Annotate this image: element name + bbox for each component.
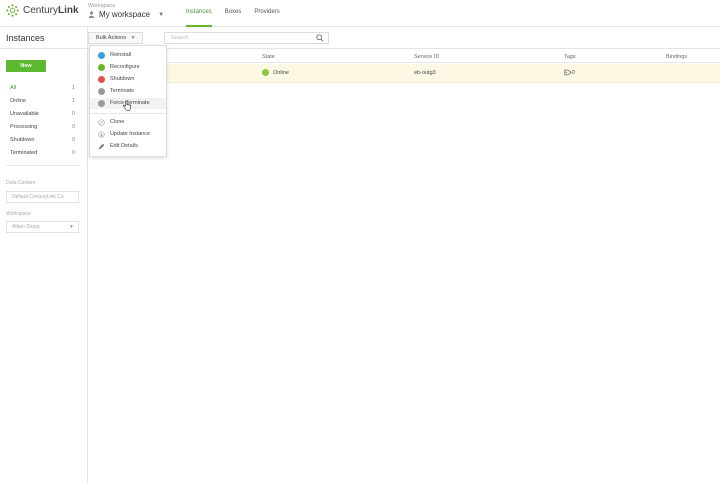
table-header: State Service ID Tags Bindings (88, 51, 720, 63)
terminate-icon (98, 88, 105, 95)
filter-label: Online (10, 98, 26, 104)
instance-tag-count: 0 (572, 69, 575, 76)
search-placeholder: Search (171, 35, 189, 41)
filter-count: 0 (71, 124, 75, 130)
status-dot-icon (262, 69, 269, 76)
state-filter-list: All 1 Online 1 Unavailable 0 Processing … (0, 82, 87, 160)
filter-terminated[interactable]: Terminated 0 (0, 147, 87, 160)
menu-item-label: Terminate (110, 88, 135, 94)
menu-item-shutdown[interactable]: Shutdown (90, 74, 166, 85)
filter-label: Unavailable (10, 111, 39, 117)
menu-item-clone[interactable]: Clone (90, 117, 166, 128)
data-centers-select[interactable]: Default CenturyLink Co (6, 191, 79, 203)
sidebar: Instances New All 1 Online 1 Unavailable… (0, 27, 88, 483)
reconfigure-icon (98, 64, 105, 71)
filter-count: 0 (71, 137, 75, 143)
tab-providers[interactable]: Providers (254, 0, 279, 27)
menu-item-label: Update Instance (110, 131, 151, 137)
filter-processing[interactable]: Processing 0 (0, 121, 87, 134)
menu-item-update-instance[interactable]: Update Instance (90, 129, 166, 140)
filter-count: 0 (71, 150, 75, 156)
menu-item-label: Reconfigure (110, 64, 140, 70)
centurylink-logo-icon (6, 4, 19, 17)
search-input[interactable]: Search (164, 32, 329, 44)
hand-cursor-icon (123, 101, 131, 111)
filter-online[interactable]: Online 1 (0, 95, 87, 108)
update-icon (98, 131, 105, 138)
reinstall-icon (98, 52, 105, 59)
main-nav: Instances Boxes Providers (186, 0, 293, 27)
menu-item-label: Shutdown (110, 76, 135, 82)
toolbar: Bulk Actions ▼ Search (88, 27, 720, 49)
new-instance-button[interactable]: New (6, 60, 46, 72)
bulk-actions-button[interactable]: Bulk Actions ▼ (88, 32, 143, 44)
data-centers-value: Default CenturyLink Co (12, 194, 64, 200)
filter-unavailable[interactable]: Unavailable 0 (0, 108, 87, 121)
tab-boxes[interactable]: Boxes (225, 0, 242, 27)
menu-item-edit-details[interactable]: Edit Details (90, 141, 166, 152)
menu-item-label: Reinstall (110, 52, 132, 58)
workspace-filter-label: Workspace (6, 211, 31, 217)
menu-item-reconfigure[interactable]: Reconfigure (90, 62, 166, 73)
brand-logo[interactable]: CenturyLink (6, 4, 79, 17)
column-header-service-id[interactable]: Service ID (414, 54, 439, 60)
filter-label: Processing (10, 124, 38, 130)
pencil-icon (98, 143, 105, 150)
chevron-down-icon: ▼ (130, 35, 136, 41)
column-header-state[interactable]: State (262, 54, 275, 60)
search-icon[interactable] (316, 34, 324, 42)
menu-item-terminate[interactable]: Terminate (90, 86, 166, 97)
instance-tags[interactable]: 0 (564, 69, 575, 76)
tab-instances[interactable]: Instances (186, 0, 212, 27)
bulk-actions-label: Bulk Actions (96, 35, 126, 41)
clone-icon (98, 119, 105, 126)
menu-divider (90, 113, 166, 114)
instance-state: Online (262, 69, 289, 76)
workspace-label: Workspace (88, 3, 116, 9)
instance-state-label: Online (273, 69, 289, 76)
divider (6, 165, 81, 166)
menu-item-label: Edit Details (110, 143, 138, 149)
filter-all[interactable]: All 1 (0, 82, 87, 95)
user-icon (88, 11, 95, 18)
main-content: Bulk Actions ▼ Search State Service ID T… (88, 27, 720, 483)
menu-item-reinstall[interactable]: Reinstall (90, 50, 166, 61)
filter-label: Shutdown (10, 137, 35, 143)
page-title: Instances (0, 27, 87, 49)
workspace-filter-select[interactable]: Alden Sharp ▼ (6, 221, 79, 233)
column-header-tags[interactable]: Tags (564, 54, 576, 60)
filter-label: Terminated (10, 150, 38, 156)
shutdown-icon (98, 76, 105, 83)
workspace-switcher[interactable]: Workspace My workspace ▼ (88, 3, 164, 19)
workspace-name: My workspace (99, 10, 151, 19)
filter-count: 1 (71, 85, 75, 91)
column-header-bindings[interactable]: Bindings (666, 54, 687, 60)
filter-label: All (10, 85, 17, 91)
brand-name-light: Century (23, 5, 59, 16)
top-bar: CenturyLink Workspace My workspace ▼ Ins… (0, 0, 720, 27)
filter-count: 1 (71, 98, 75, 104)
chevron-down-icon: ▼ (69, 224, 74, 230)
data-centers-label: Data Centers (6, 180, 36, 186)
chevron-down-icon: ▼ (158, 11, 165, 18)
tag-icon (564, 69, 572, 76)
brand-name-bold: Link (58, 5, 79, 16)
workspace-filter-value: Alden Sharp (12, 224, 40, 230)
instance-service-id: eb-outg3 (414, 70, 436, 76)
table-row[interactable]: ise Online eb-outg3 0 (88, 64, 720, 83)
filter-count: 0 (71, 111, 75, 117)
force-terminate-icon (98, 100, 105, 107)
filter-shutdown[interactable]: Shutdown 0 (0, 134, 87, 147)
menu-item-label: Clone (110, 119, 125, 125)
